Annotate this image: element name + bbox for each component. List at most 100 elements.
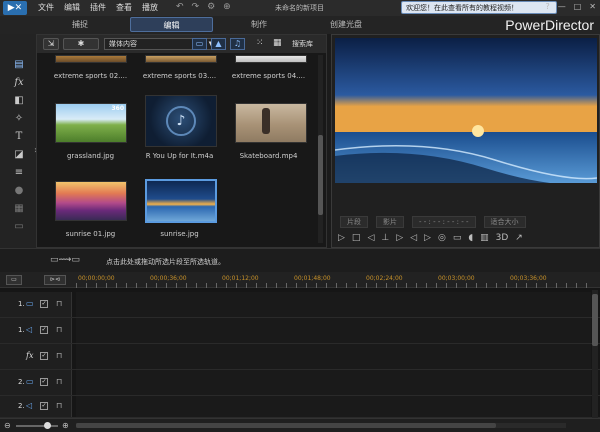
tab-edit[interactable]: 编辑 — [130, 17, 213, 32]
upload-icon[interactable]: ⊕ — [223, 2, 231, 12]
play-icon[interactable]: ▷ — [338, 233, 345, 245]
movie-mode-button[interactable]: 影片 — [376, 216, 404, 228]
360-badge: 360 — [111, 105, 124, 112]
subtitle-room-icon[interactable]: ▭ — [12, 220, 26, 233]
room-toolbar: ▤ fx ◧ ✧ T ◪ ≡ ● ▦ ▭ › — [0, 34, 38, 248]
media-thumbnail-selected[interactable] — [145, 179, 217, 223]
media-thumbnail[interactable] — [145, 55, 217, 63]
timeline-view-button[interactable]: ▭ — [6, 275, 22, 285]
lock-icon[interactable]: ⊓ — [56, 351, 62, 360]
search-library-label[interactable]: 搜索库 — [292, 39, 313, 49]
timeline-vertical-scrollbar[interactable] — [592, 290, 598, 420]
track-lane[interactable] — [76, 292, 591, 317]
particle-room-icon[interactable]: ✧ — [12, 112, 26, 125]
display-icon[interactable]: ▥ — [480, 233, 489, 245]
tab-capture[interactable]: 捕捉 — [40, 17, 120, 32]
zoom-out-icon[interactable]: ⊖ — [4, 421, 11, 430]
clip-mode-button[interactable]: 片段 — [340, 216, 368, 228]
menu-file[interactable]: 文件 — [38, 2, 54, 13]
fast-forward-icon[interactable]: ▷ — [424, 233, 431, 245]
fit-size-select[interactable]: 适合大小 — [483, 216, 526, 228]
maximize-button[interactable]: □ — [574, 2, 582, 11]
chapter-room-icon[interactable]: ▦ — [12, 202, 26, 215]
grid-view-icon[interactable]: ⁙ — [256, 38, 264, 48]
media-room-icon[interactable]: ▤ — [12, 58, 26, 71]
lock-icon[interactable]: ⊓ — [56, 401, 62, 410]
title-bar: ▶✕ 文件 编辑 插件 查看 播放 ↶ ↷ ⚙ ⊕ 未命名的新项目 欢迎您！在此… — [0, 0, 600, 16]
video-track-icon: ▭ — [26, 299, 34, 308]
title-room-icon[interactable]: T — [12, 130, 26, 143]
tutorial-notice[interactable]: 欢迎您！在此查看所有的教程视频！ — [401, 1, 557, 14]
track-enable-checkbox[interactable]: ✓ — [40, 352, 48, 360]
zoom-slider[interactable] — [16, 422, 58, 429]
media-thumbnail[interactable]: ♪ — [145, 95, 217, 147]
media-label: grassland.jpg — [66, 152, 115, 160]
media-thumbnail[interactable] — [55, 55, 127, 63]
lock-icon[interactable]: ⊓ — [56, 299, 62, 308]
zoom-slider-knob[interactable] — [44, 422, 51, 429]
library-scrollbar[interactable] — [318, 55, 323, 243]
menu-playback[interactable]: 播放 — [142, 2, 158, 13]
menu-edit[interactable]: 编辑 — [64, 2, 80, 13]
track-lane[interactable] — [76, 396, 591, 417]
app-logo: ▶✕ — [3, 1, 27, 15]
undock-icon[interactable]: ↗ — [515, 233, 523, 245]
track-lane[interactable] — [76, 344, 591, 369]
3d-toggle[interactable]: 3D — [496, 233, 509, 245]
lock-icon[interactable]: ⊓ — [56, 377, 62, 386]
track-number: 1. — [18, 326, 25, 334]
media-thumbnail[interactable] — [55, 181, 127, 221]
track-number: 2. — [18, 402, 25, 410]
track-lane[interactable] — [76, 370, 591, 395]
previous-frame-icon[interactable]: ◁ — [367, 233, 374, 245]
close-button[interactable]: ✕ — [589, 2, 596, 11]
track-enable-checkbox[interactable]: ✓ — [40, 300, 48, 308]
scrollbar-thumb[interactable] — [76, 423, 496, 428]
next-frame-icon[interactable]: ▷ — [396, 233, 403, 245]
filter-image-button[interactable]: ▲ — [211, 38, 226, 50]
menu-plugins[interactable]: 插件 — [90, 2, 106, 13]
minimize-button[interactable]: — — [558, 2, 566, 11]
track-number: 1. — [18, 300, 25, 308]
fx-room-icon[interactable]: fx — [12, 76, 26, 89]
track-enable-checkbox[interactable]: ✓ — [40, 378, 48, 386]
import-button[interactable]: ⇲ — [43, 38, 59, 50]
zoom-in-icon[interactable]: ⊕ — [62, 421, 69, 430]
ruler-label: 00;00;00;00 — [78, 275, 115, 282]
media-thumbnail[interactable]: 360 — [55, 103, 127, 143]
media-thumbnail[interactable] — [235, 55, 307, 63]
timeline-horizontal-scrollbar[interactable] — [76, 423, 566, 428]
filter-video-button[interactable]: ▭ — [192, 38, 207, 50]
track-enable-checkbox[interactable]: ✓ — [40, 326, 48, 334]
volume-icon[interactable]: ◖ — [468, 233, 473, 245]
transition-room-icon[interactable]: ◪ — [12, 148, 26, 161]
lock-icon[interactable]: ⊓ — [56, 325, 62, 334]
media-label: extreme sports 04.... — [231, 72, 306, 80]
split-icon[interactable]: ⊥ — [381, 233, 389, 245]
microphone-icon[interactable]: ● — [12, 184, 26, 197]
list-view-icon[interactable]: ▦ — [273, 38, 282, 48]
rewind-icon[interactable]: ◁ — [410, 233, 417, 245]
fit-timeline-button[interactable]: ⊳⊲ — [44, 275, 66, 285]
stop-icon[interactable]: □ — [352, 233, 361, 245]
redo-icon[interactable]: ↷ — [192, 2, 200, 12]
media-thumbnail[interactable] — [235, 103, 307, 143]
filter-audio-button[interactable]: ♫ — [230, 38, 245, 50]
tab-create-disc[interactable]: 创建光盘 — [306, 17, 386, 32]
preview-quality-icon[interactable]: ▭ — [453, 233, 462, 245]
plugin-button[interactable]: ✱ — [63, 38, 99, 50]
snapshot-icon[interactable]: ◎ — [438, 233, 446, 245]
scrollbar-thumb[interactable] — [592, 294, 598, 346]
track-lane[interactable] — [76, 318, 591, 343]
help-button[interactable]: ? — [545, 2, 549, 11]
insert-mode-icon[interactable]: ▭⟿▭ — [50, 255, 80, 265]
gear-icon[interactable]: ⚙ — [207, 2, 215, 12]
pip-room-icon[interactable]: ◧ — [12, 94, 26, 107]
track-enable-checkbox[interactable]: ✓ — [40, 402, 48, 410]
scrollbar-thumb[interactable] — [318, 135, 323, 215]
menu-view[interactable]: 查看 — [116, 2, 132, 13]
audio-mixing-icon[interactable]: ≡ — [12, 166, 26, 179]
tab-produce[interactable]: 制作 — [219, 17, 299, 32]
undo-icon[interactable]: ↶ — [176, 2, 184, 12]
timecode-display[interactable]: - - : - - : - - : - - — [412, 216, 476, 228]
